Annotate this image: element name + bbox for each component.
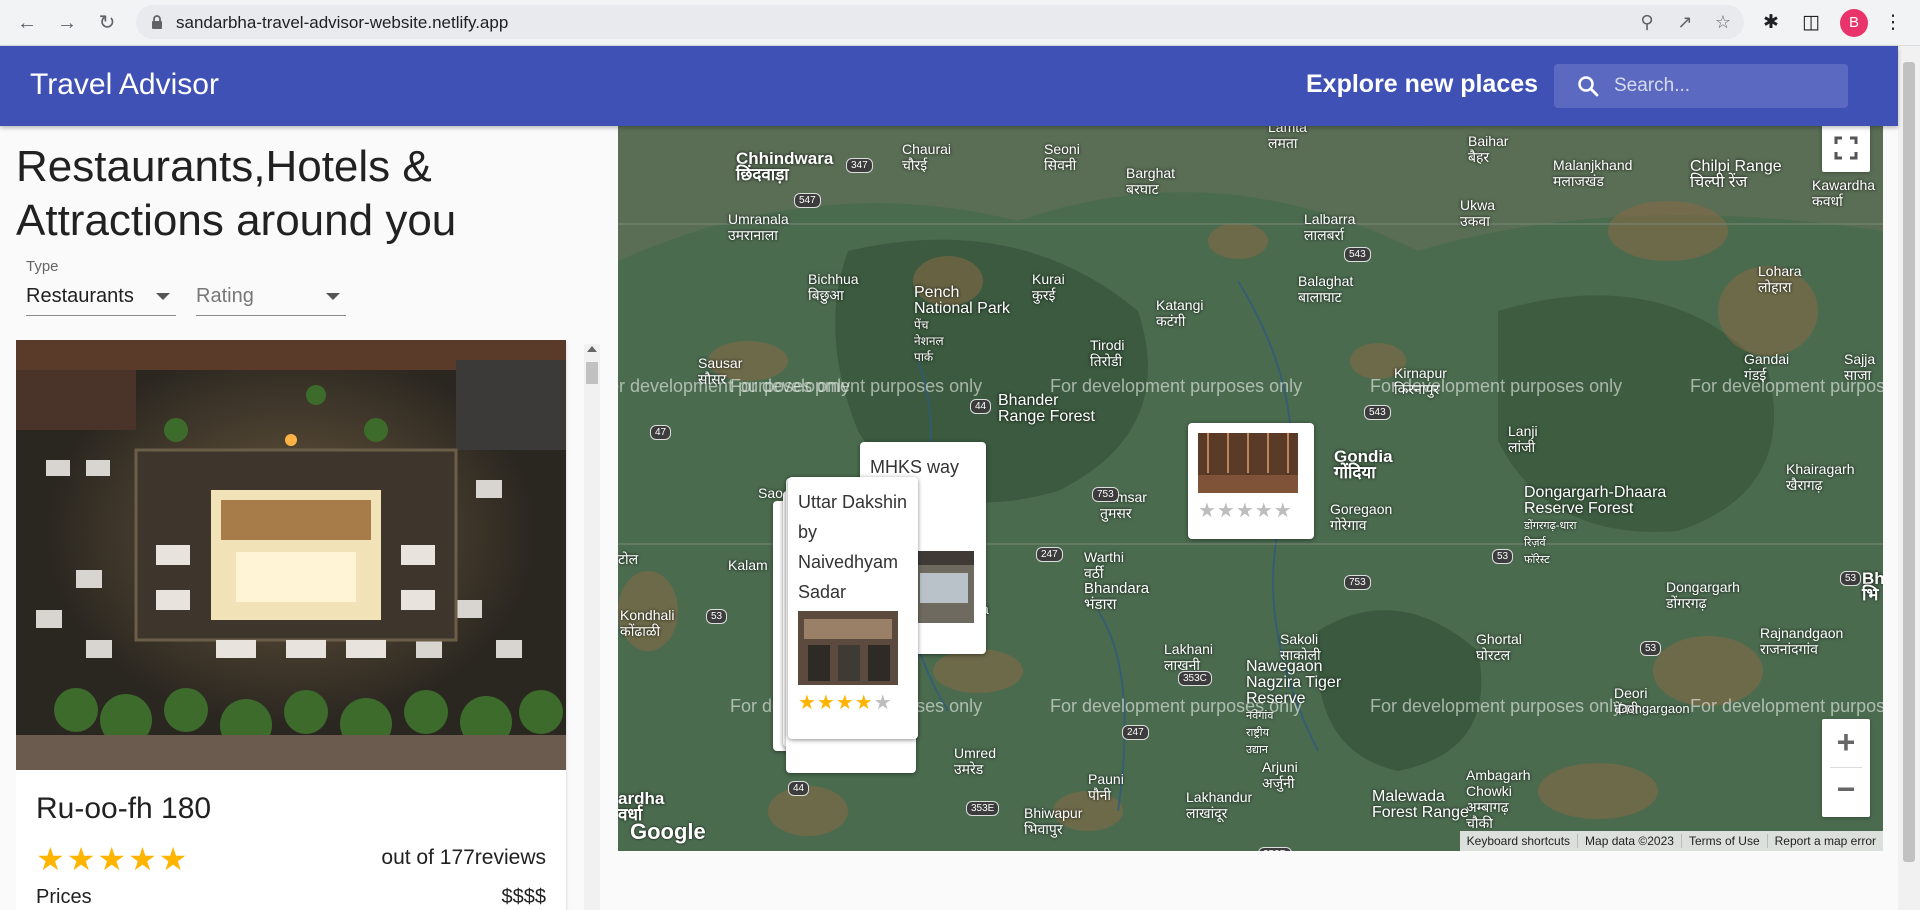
page-title: Restaurants,Hotels & Attractions around … bbox=[16, 142, 457, 245]
forward-arrow-icon[interactable]: → bbox=[54, 10, 80, 36]
bookmark-star-icon[interactable]: ☆ bbox=[1712, 11, 1734, 33]
search-icon bbox=[1578, 76, 1599, 97]
search-box[interactable] bbox=[1554, 64, 1848, 108]
map-marker-restaurant[interactable]: ★★★★★ bbox=[1188, 423, 1314, 539]
dev-watermark: For development purposes only bbox=[1050, 696, 1303, 716]
place-photo bbox=[16, 340, 566, 770]
fullscreen-icon[interactable] bbox=[1822, 124, 1870, 172]
map-attribution: Keyboard shortcuts Map data ©2023 Terms of… bbox=[1459, 831, 1883, 851]
puzzle-icon[interactable]: ✱ bbox=[1758, 10, 1784, 36]
marker-stars: ★★★★★ bbox=[798, 692, 893, 714]
dev-watermark: For development purposes only bbox=[1690, 376, 1883, 396]
rating-select-value: Rating bbox=[196, 285, 254, 307]
marker-photo bbox=[798, 611, 898, 685]
back-arrow-icon[interactable]: ← bbox=[14, 10, 40, 36]
list-scrollbar[interactable] bbox=[584, 344, 600, 910]
chevron-down-icon bbox=[326, 293, 340, 300]
chevron-down-icon bbox=[156, 293, 170, 300]
marker-photo bbox=[1198, 433, 1298, 493]
share-icon[interactable]: ↗ bbox=[1674, 11, 1696, 33]
dev-watermark: For development purposes only bbox=[1050, 376, 1303, 396]
reload-icon[interactable]: ↻ bbox=[94, 10, 120, 36]
zoom-control: + − bbox=[1822, 719, 1870, 817]
side-panel-icon[interactable]: ◫ bbox=[1798, 10, 1824, 36]
dev-watermark: For development purposes only bbox=[1370, 376, 1623, 396]
lock-icon bbox=[152, 15, 162, 29]
report-error-link[interactable]: Report a map error bbox=[1766, 834, 1883, 848]
kebab-menu-icon[interactable]: ⋮ bbox=[1880, 10, 1906, 36]
url-text: sandarbha-travel-advisor-website.netlify… bbox=[176, 13, 509, 32]
rating-select[interactable]: Rating bbox=[196, 276, 346, 316]
page-scroll-thumb[interactable] bbox=[1903, 62, 1915, 862]
price-label: Prices bbox=[36, 886, 92, 908]
type-label: Type bbox=[26, 258, 59, 275]
zoom-out-icon[interactable]: − bbox=[1822, 768, 1870, 816]
marker-photo bbox=[914, 551, 974, 623]
app-header: Travel Advisor Explore new places bbox=[0, 46, 1898, 126]
type-select[interactable]: Restaurants bbox=[26, 276, 176, 316]
place-list: Ru-oo-fh 180 ★★★★★ out of 177reviews Pri… bbox=[16, 340, 601, 910]
terms-link[interactable]: Terms of Use bbox=[1680, 834, 1767, 848]
scroll-up-icon[interactable] bbox=[587, 346, 597, 352]
price-value: $$$$ bbox=[501, 886, 547, 908]
location-icon[interactable]: ⚲ bbox=[1636, 11, 1658, 33]
place-rating-stars: ★★★★★ bbox=[36, 841, 190, 877]
type-select-value: Restaurants bbox=[26, 285, 134, 307]
search-input[interactable] bbox=[1614, 72, 1834, 100]
address-bar[interactable]: sandarbha-travel-advisor-website.netlify… bbox=[136, 5, 1744, 39]
zoom-in-icon[interactable]: + bbox=[1822, 719, 1870, 767]
dev-watermark: For development purposes only bbox=[1690, 696, 1883, 716]
dev-watermark: For development purposes only bbox=[730, 376, 983, 396]
place-card[interactable]: Ru-oo-fh 180 ★★★★★ out of 177reviews Pri… bbox=[16, 340, 566, 910]
google-logo: Google bbox=[630, 819, 706, 844]
map-data-text: Map data ©2023 bbox=[1577, 834, 1681, 848]
brand-title: Travel Advisor bbox=[30, 68, 219, 101]
map[interactable]: Chhindwara छिंदवाड़ा Chaurai चौरई Seoni सिव… bbox=[618, 111, 1883, 851]
avatar[interactable]: B bbox=[1840, 9, 1868, 37]
page-scrollbar[interactable] bbox=[1898, 46, 1920, 910]
explore-title: Explore new places bbox=[1306, 70, 1539, 98]
place-reviews: out of 177reviews bbox=[381, 846, 546, 869]
dev-watermark: For development purposes only bbox=[1370, 696, 1623, 716]
place-name: Ru-oo-fh 180 bbox=[36, 792, 212, 825]
marker-stars: ★★★★★ bbox=[1198, 500, 1293, 522]
map-marker-uttar-dakshin[interactable]: Uttar Dakshin by Naivedhyam Sadar ★★★★★ bbox=[788, 477, 918, 739]
browser-toolbar: ← → ↻ sandarbha-travel-advisor-website.n… bbox=[0, 0, 1920, 46]
keyboard-shortcuts-link[interactable]: Keyboard shortcuts bbox=[1460, 834, 1577, 848]
marker-title: Uttar Dakshin by Naivedhyam Sadar bbox=[798, 492, 908, 602]
list-scroll-thumb[interactable] bbox=[586, 362, 598, 384]
